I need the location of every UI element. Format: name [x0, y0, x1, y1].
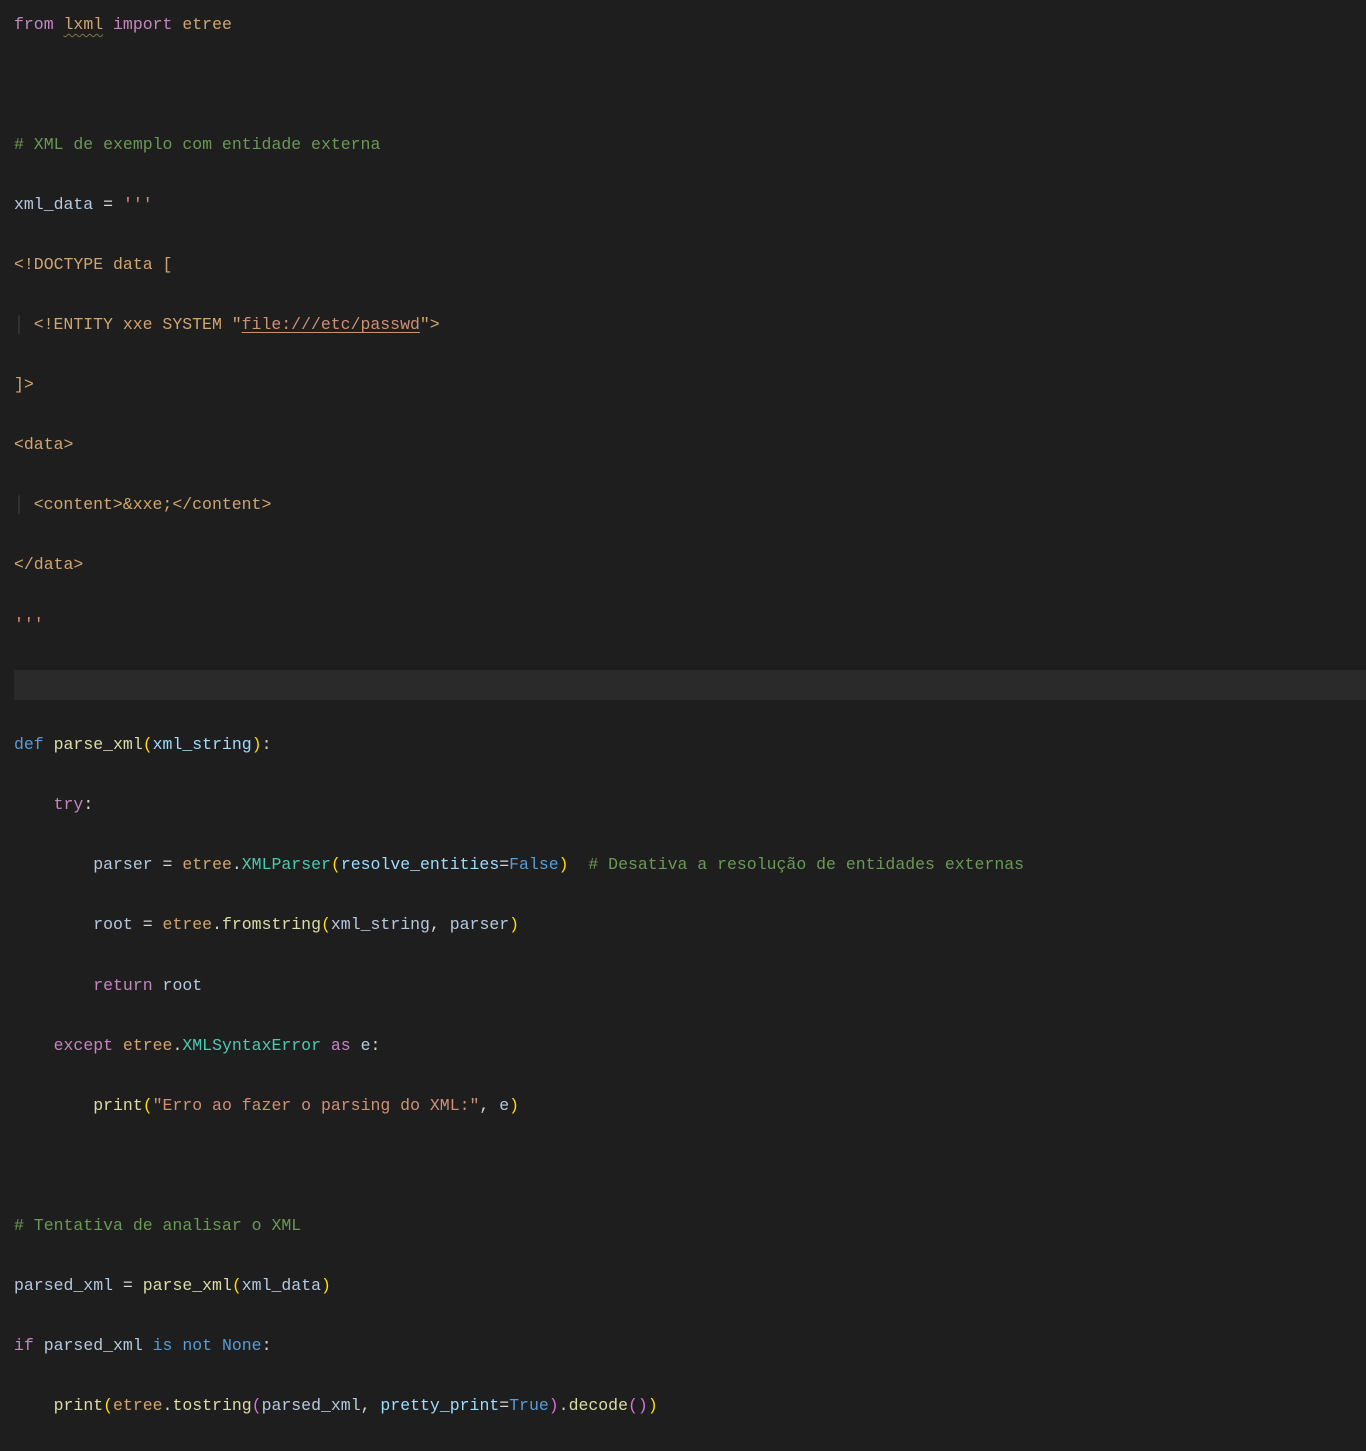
- code-line: def parse_xml(xml_string):: [14, 730, 1366, 760]
- string-content: <!ENTITY xxe SYSTEM ": [14, 315, 242, 334]
- print-call: print: [54, 1396, 104, 1415]
- string-content: <!DOCTYPE data [: [14, 255, 172, 274]
- keyword-try: try: [54, 795, 84, 814]
- code-line: # XML de exemplo com entidade externa: [14, 130, 1366, 160]
- class-name: XMLParser: [242, 855, 331, 874]
- string-content: ]>: [14, 375, 34, 394]
- code-line: <data>: [14, 430, 1366, 460]
- keyword-import: import: [113, 15, 172, 34]
- none-literal: None: [222, 1336, 262, 1355]
- module-ref: etree: [182, 855, 232, 874]
- code-line: print(etree.tostring(parsed_xml, pretty_…: [14, 1391, 1366, 1421]
- code-line-empty: [14, 70, 1366, 100]
- keyword-def: def: [14, 735, 44, 754]
- paren-open: (: [143, 735, 153, 754]
- keyword-if: if: [14, 1336, 34, 1355]
- operator: =: [93, 195, 123, 214]
- variable: xml_data: [14, 195, 93, 214]
- code-line: except etree.XMLSyntaxError as e:: [14, 1031, 1366, 1061]
- string-close: ''': [14, 615, 44, 634]
- code-line: │ <content>&xxe;</content>: [14, 490, 1366, 520]
- comment: # Desativa a resolução de entidades exte…: [569, 855, 1024, 874]
- code-line: if parsed_xml is not None:: [14, 1331, 1366, 1361]
- paren-close: ): [252, 735, 262, 754]
- module-name: lxml: [64, 15, 104, 34]
- function-call: fromstring: [222, 915, 321, 934]
- code-line: </data>: [14, 550, 1366, 580]
- code-line: from lxml import etree: [14, 10, 1366, 40]
- url-link[interactable]: file:///etc/passwd: [242, 315, 420, 334]
- code-line: parser = etree.XMLParser(resolve_entitie…: [14, 850, 1366, 880]
- code-editor[interactable]: from lxml import etree # XML de exemplo …: [0, 10, 1366, 1451]
- keyword-except: except: [54, 1036, 113, 1055]
- comment: # XML de exemplo com entidade externa: [14, 135, 380, 154]
- code-line: │ <!ENTITY xxe SYSTEM "file:///etc/passw…: [14, 310, 1366, 340]
- string-content: <content>&xxe;</content>: [14, 495, 271, 514]
- code-line-active: [14, 670, 1366, 700]
- parameter: xml_string: [153, 735, 252, 754]
- variable: parser: [93, 855, 152, 874]
- code-line: root = etree.fromstring(xml_string, pars…: [14, 910, 1366, 940]
- import-name: etree: [182, 15, 232, 34]
- colon: :: [83, 795, 93, 814]
- function-name: parse_xml: [54, 735, 143, 754]
- string-literal: "Erro ao fazer o parsing do XML:": [153, 1096, 480, 1115]
- code-line: parsed_xml = parse_xml(xml_data): [14, 1271, 1366, 1301]
- bool-false: False: [509, 855, 559, 874]
- string-content: <data>: [14, 435, 73, 454]
- colon: :: [262, 735, 272, 754]
- keyword-from: from: [14, 15, 54, 34]
- code-line-empty: [14, 1151, 1366, 1181]
- code-line: xml_data = ''': [14, 190, 1366, 220]
- keyword-return: return: [93, 976, 152, 995]
- code-line: # Tentativa de analisar o XML: [14, 1211, 1366, 1241]
- comment: # Tentativa de analisar o XML: [14, 1216, 301, 1235]
- code-line: print("Erro ao fazer o parsing do XML:",…: [14, 1091, 1366, 1121]
- function-call: parse_xml: [143, 1276, 232, 1295]
- string-open: ''': [123, 195, 153, 214]
- kwarg: resolve_entities: [341, 855, 499, 874]
- code-line: return root: [14, 971, 1366, 1001]
- exception-class: XMLSyntaxError: [182, 1036, 321, 1055]
- code-line: ''': [14, 610, 1366, 640]
- code-line: ]>: [14, 370, 1366, 400]
- print-call: print: [93, 1096, 143, 1115]
- string-content: ">: [420, 315, 440, 334]
- string-content: </data>: [14, 555, 83, 574]
- code-line: <!DOCTYPE data [: [14, 250, 1366, 280]
- code-line: try:: [14, 790, 1366, 820]
- variable: parsed_xml: [14, 1276, 113, 1295]
- variable: root: [93, 915, 133, 934]
